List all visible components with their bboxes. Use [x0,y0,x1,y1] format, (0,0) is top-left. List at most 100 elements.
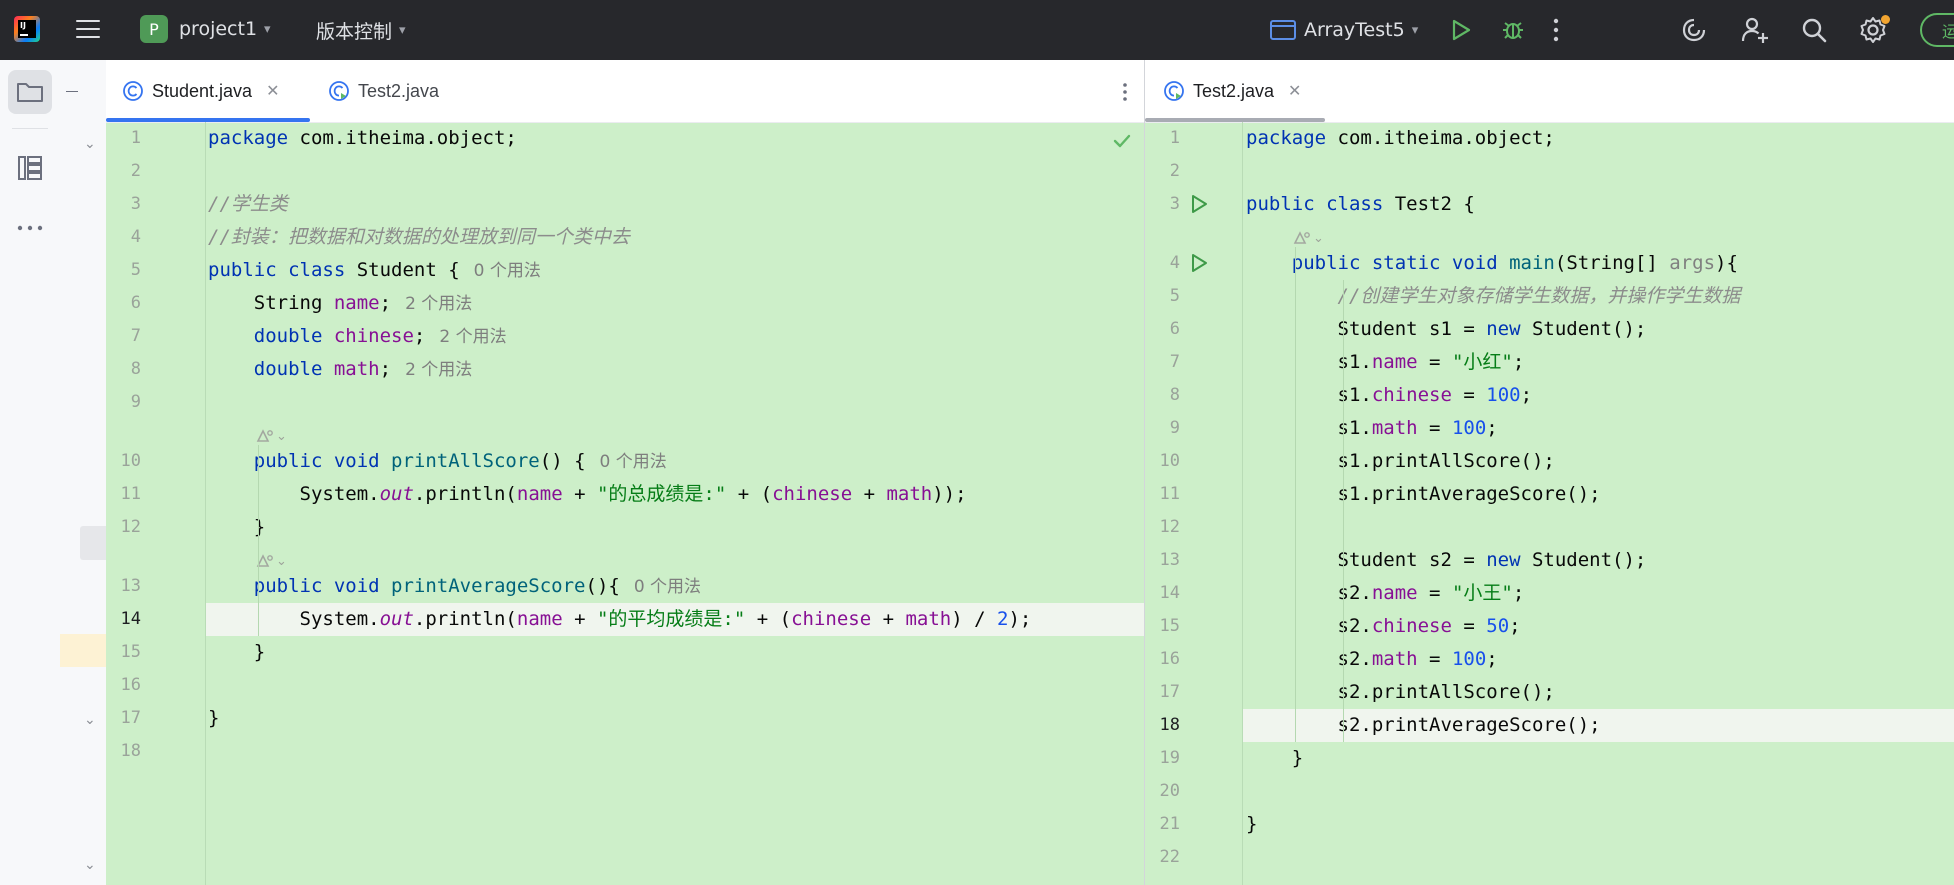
structure-tool-button[interactable] [8,146,52,190]
run-icon[interactable] [1450,18,1472,42]
code-token: args [1669,252,1716,274]
code-token: } [208,707,220,729]
partial-topbar-button-label: 运 [1942,22,1954,41]
line-number: 14 [120,609,141,629]
code-text: String name; 2 个用法 [208,287,473,321]
close-icon[interactable]: ✕ [1288,81,1301,101]
usage-hint[interactable]: 2 个用法 [405,360,472,380]
search-icon[interactable] [1800,16,1828,44]
usage-hint[interactable]: 0 个用法 [474,261,541,281]
code-token: printAverageScore [391,575,586,597]
fold-chevron-icon[interactable]: ⌄ [84,136,96,152]
code-token: + [852,483,887,505]
intellij-logo-icon[interactable]: IJ [14,16,40,42]
ai-assistant-icon[interactable] [1680,16,1708,44]
run-config-selector[interactable]: ArrayTest5 ▾ [1270,15,1418,45]
code-token: out [379,608,414,630]
code-token: + ( [745,608,792,630]
line-number: 10 [1159,451,1180,471]
right-tab-strip: Test2.java ✕ [1145,60,1954,123]
fold-chevron-icon[interactable]: ⌄ [84,712,96,728]
fold-gutter: ⌄ ⌄ ⌄ [60,60,106,885]
code-token: name [516,483,563,505]
java-class-runnable-icon [329,81,349,101]
add-user-icon[interactable] [1740,15,1770,45]
code-text: System.out.println(name + "的总成绩是:" + (ch… [208,478,967,511]
code-text: s2.name = "小王"; [1246,577,1525,610]
project-tool-button[interactable] [8,70,52,114]
code-token: = [1417,417,1452,439]
code-token: ; [1512,582,1525,604]
fold-chevron-icon[interactable]: ⌄ [84,857,96,873]
line-number: 2 [130,161,141,181]
settings-button[interactable] [1858,15,1890,45]
line-number: 9 [1169,418,1180,438]
line-number: 13 [120,576,141,596]
tab-student-java[interactable]: Student.java ✕ [122,60,279,122]
code-line[interactable] [106,155,1144,188]
code-token: s2. [1246,615,1372,637]
code-line[interactable] [106,386,1144,419]
code-token: (String[] [1554,252,1670,274]
line-number: 5 [1169,286,1180,306]
hamburger-menu-icon[interactable] [76,20,100,40]
line-number: 16 [1159,649,1180,669]
code-text: Student s1 = new Student(); [1246,313,1647,346]
code-line[interactable] [1145,511,1954,544]
project-badge: P [140,15,168,43]
tab-test2-java[interactable]: Test2.java [328,60,439,122]
project-selector[interactable]: P project1 ▾ [140,15,271,43]
run-gutter-icon[interactable] [1189,253,1209,273]
code-token: = [1451,615,1487,637]
inspection-ok-icon[interactable] [1113,133,1131,149]
code-token: ) / [951,608,997,630]
code-token: 100 [1451,648,1487,670]
usage-hint[interactable]: 2 个用法 [439,327,506,347]
usage-hint[interactable]: 0 个用法 [600,452,667,472]
more-vertical-icon[interactable] [1552,17,1560,43]
code-line[interactable] [106,669,1144,702]
code-line[interactable] [106,702,1144,735]
chevron-down-icon: ▾ [399,22,406,38]
line-number: 19 [1159,748,1180,768]
code-token: ; [1520,384,1533,406]
debug-icon[interactable] [1500,16,1526,42]
code-token: "小红" [1451,351,1513,373]
vcs-menu[interactable]: 版本控制 ▾ [316,15,406,45]
tab-label: Test2.java [358,80,440,101]
code-token: chinese [1371,615,1452,637]
line-number: 14 [1159,583,1180,603]
line-number: 13 [1159,550,1180,570]
code-token: "的总成绩是:" [596,483,727,505]
code-token: s1.printAllScore(); [1246,450,1555,472]
code-line[interactable] [1145,775,1954,808]
code-line[interactable] [1145,155,1954,188]
code-line[interactable] [1145,808,1954,841]
code-token: Student { [345,259,460,281]
code-token: s1. [1246,351,1372,373]
usage-hint[interactable]: 0 个用法 [634,577,701,597]
line-highlight-marker [60,634,106,667]
partial-topbar-button[interactable]: 运 [1920,13,1954,47]
code-line[interactable] [1145,841,1954,874]
code-token: Student(); [1520,549,1647,571]
tab-label: Test2.java [1193,80,1275,101]
java-class-icon [123,81,143,101]
line-number: 12 [120,517,141,537]
run-gutter-icon[interactable] [1189,194,1209,214]
code-token: chinese [333,325,414,347]
code-text: //封装：把数据和对数据的处理放到同一个类中去 [208,221,630,254]
code-text: Student s2 = new Student(); [1246,544,1647,577]
more-tools-button[interactable] [8,206,52,250]
minimize-icon[interactable] [66,91,78,92]
code-line[interactable] [106,735,1144,768]
usage-hint[interactable]: 2 个用法 [405,294,472,314]
code-token: com.itheima.object; [288,127,517,149]
close-icon[interactable]: ✕ [266,81,279,101]
tab-test2-java[interactable]: Test2.java ✕ [1163,60,1301,122]
line-number: 20 [1159,781,1180,801]
right-editor[interactable]: Test2.java ✕ 1 package com.itheima.object… [1145,60,1954,885]
more-vertical-icon[interactable] [1122,82,1128,102]
left-editor[interactable]: Student.java ✕ Test2.java 1 package com.i… [106,60,1144,885]
code-token: math [333,358,380,380]
